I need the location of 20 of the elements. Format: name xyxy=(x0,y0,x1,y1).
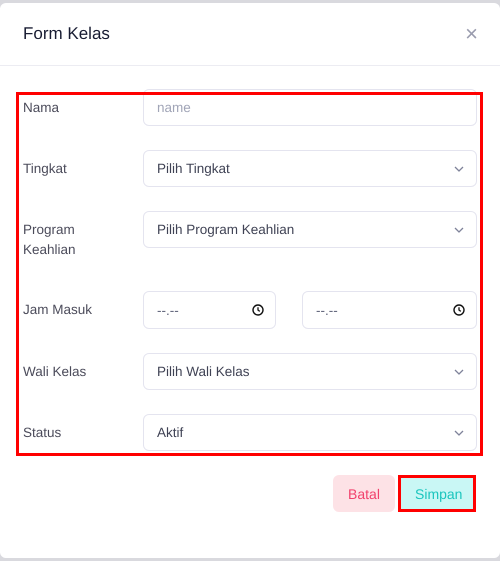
field-label: Jam Masuk xyxy=(23,301,94,319)
input-field[interactable]: name xyxy=(143,89,477,126)
field-label: Tingkat xyxy=(23,160,68,178)
chevron-icon xyxy=(454,226,464,232)
field-label: Nama xyxy=(23,99,60,117)
field-label: Status xyxy=(23,424,62,442)
field-label: Program Keahlian xyxy=(23,221,77,259)
chevron-icon xyxy=(454,166,464,172)
field-label: Wali Kelas xyxy=(23,363,88,381)
select-field[interactable]: Pilih Tingkat xyxy=(143,150,477,187)
clock-icon xyxy=(453,304,465,316)
time-field[interactable]: --.-- xyxy=(143,291,276,329)
select-field[interactable]: Aktif xyxy=(143,414,477,451)
chevron-icon xyxy=(454,368,464,374)
dialog-title: Form Kelas xyxy=(23,24,110,44)
chevron-icon xyxy=(454,430,464,436)
time-field[interactable]: --.-- xyxy=(302,291,477,329)
clock-icon xyxy=(252,304,264,316)
select-field[interactable]: Pilih Wali Kelas xyxy=(143,353,477,390)
select-field[interactable]: Pilih Program Keahlian xyxy=(143,211,477,248)
